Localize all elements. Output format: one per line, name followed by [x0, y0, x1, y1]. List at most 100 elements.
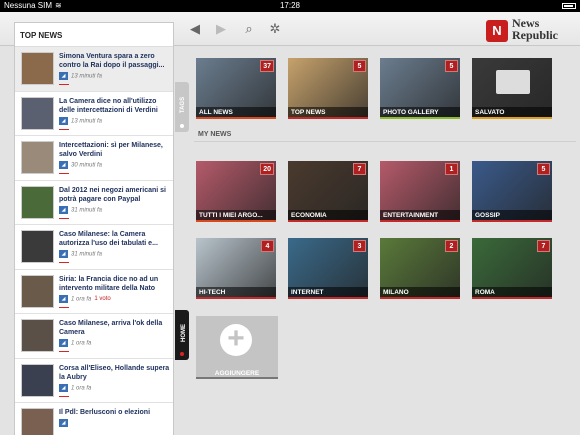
news-meta: ◢ 1 ora fa: [59, 383, 170, 393]
top-news-panel: TOP NEWS Simona Ventura spara a zero con…: [14, 22, 174, 435]
tile-label: TUTTI I MIEI ARGO...: [196, 210, 276, 222]
category-tile[interactable]: 5 PHOTO GALLERY: [380, 58, 460, 119]
tile-count-badge: 20: [260, 163, 274, 175]
tags-handle-dot: [180, 124, 184, 128]
news-list-item[interactable]: Caso Milanese, arriva l'ok della Camera ◢…: [15, 314, 173, 359]
news-time: 31 minuti fa: [71, 251, 103, 258]
tile-count-badge: 2: [445, 240, 458, 252]
news-underline: [59, 128, 69, 130]
news-title: Dal 2012 nei negozi americani si potrà p…: [59, 186, 166, 203]
folder-icon: [496, 70, 530, 94]
tile-label: ECONOMIA: [288, 210, 368, 222]
tile-label: PHOTO GALLERY: [380, 107, 460, 119]
categories-grid: 37 ALL NEWS 5 TOP NEWS 5 PHOTO GALLERY SALVATO…: [190, 46, 580, 435]
tile-count-badge: 5: [445, 60, 458, 72]
news-list-item[interactable]: Dal 2012 nei negozi americani si potrà p…: [15, 181, 173, 225]
news-thumbnail: [21, 363, 54, 397]
news-time: 13 minuti fa: [71, 118, 103, 125]
tags-handle[interactable]: TAGS: [175, 82, 189, 132]
source-icon: ◢: [59, 419, 68, 427]
tile-count-badge: 7: [537, 240, 550, 252]
my-news-label: MY NEWS: [198, 131, 232, 138]
news-underline: [59, 84, 69, 85]
news-republic-logo: N News Republic: [486, 17, 578, 45]
category-tile[interactable]: 7 ECONOMIA: [288, 161, 368, 222]
back-arrow-icon[interactable]: ◀: [186, 20, 204, 38]
news-title: La Camera dice no all'utilizzo delle int…: [59, 97, 158, 114]
tags-handle-label: TAGS: [180, 96, 187, 114]
news-thumbnail: [21, 52, 54, 85]
add-category-label: AGGIUNGERE: [214, 370, 260, 377]
plus-icon: +: [220, 324, 252, 356]
news-title: Simona Ventura spara a zero contro la Ra…: [59, 53, 165, 69]
news-title: Caso Milanese, arriva l'ok della Camera: [59, 320, 163, 336]
news-time: 1 ora fa: [71, 385, 92, 392]
news-list: Simona Ventura spara a zero contro la Ra…: [15, 47, 173, 435]
news-thumbnail: [21, 141, 54, 174]
news-votes: 1 voto: [94, 296, 111, 303]
category-tile[interactable]: 37 ALL NEWS: [196, 58, 276, 119]
clock: 17:28: [279, 1, 301, 10]
news-thumbnail: [21, 230, 54, 263]
news-underline: [59, 306, 69, 308]
tile-label: ROMA: [472, 287, 552, 299]
logo-line2: Republic: [512, 28, 559, 42]
tile-count-badge: 3: [353, 240, 366, 252]
news-underline: [59, 395, 69, 397]
news-underline: [59, 351, 69, 352]
tile-label: TOP NEWS: [288, 107, 368, 119]
news-meta: ◢ 31 minuti fa: [59, 205, 170, 215]
news-thumbnail: [21, 96, 54, 130]
news-list-item[interactable]: Il Pdl: Berlusconi o elezioni ◢: [15, 403, 173, 435]
category-tile[interactable]: 5 GOSSIP: [472, 161, 552, 222]
source-icon: ◢: [59, 161, 68, 169]
add-category-button[interactable]: + AGGIUNGERE: [196, 316, 278, 379]
news-list-item[interactable]: Simona Ventura spara a zero contro la Ra…: [15, 47, 173, 92]
news-thumbnail: [21, 185, 54, 219]
status-bar: Nessuna SIM ≋ 17:28: [0, 0, 580, 12]
news-title: Caso Milanese: la Camera autorizza l'uso…: [59, 231, 158, 247]
category-tile[interactable]: 5 TOP NEWS: [288, 58, 368, 119]
gear-icon[interactable]: ✲: [266, 20, 284, 38]
news-list-item[interactable]: Intercettazioni: sì per Milanese, salvo …: [15, 136, 173, 181]
news-time: 30 minuti fa: [71, 162, 103, 169]
news-list-item[interactable]: La Camera dice no all'utilizzo delle int…: [15, 92, 173, 136]
news-time: 1 ora fa: [71, 340, 92, 347]
news-list-item[interactable]: Caso Milanese: la Camera autorizza l'uso…: [15, 225, 173, 270]
section-divider: [194, 141, 576, 142]
category-tile[interactable]: 4 HI-TECH: [196, 238, 276, 299]
news-meta: ◢ 1 ora fa: [59, 339, 170, 348]
category-tile[interactable]: 2 MILANO: [380, 238, 460, 299]
tile-count-badge: 7: [353, 163, 366, 175]
source-icon: ◢: [59, 383, 68, 392]
news-title: Il Pdl: Berlusconi o elezioni: [59, 409, 151, 416]
tile-count-badge: 37: [260, 60, 274, 72]
source-icon: ◢: [59, 205, 68, 214]
category-tile[interactable]: SALVATO: [472, 58, 552, 119]
home-handle[interactable]: HOME: [175, 310, 189, 360]
category-tile[interactable]: 1 ENTERTAINMENT: [380, 161, 460, 222]
news-time: 1 ora fa: [71, 296, 92, 303]
category-tile[interactable]: 3 INTERNET: [288, 238, 368, 299]
news-thumbnail: [21, 408, 54, 435]
news-list-item[interactable]: Corsa all'Eliseo, Hollande supera la Aub…: [15, 359, 173, 403]
battery-icon: [562, 3, 576, 9]
category-tile[interactable]: 7 ROMA: [472, 238, 552, 299]
news-time: 31 minuti fa: [71, 207, 103, 214]
news-list-item[interactable]: Siria: la Francia dice no ad un interven…: [15, 270, 173, 314]
news-meta: ◢ 30 minuti fa: [59, 161, 170, 170]
source-icon: ◢: [59, 339, 68, 347]
logo-mark-icon: N: [486, 20, 508, 42]
news-thumbnail: [21, 274, 54, 308]
search-icon[interactable]: ⌕: [240, 20, 258, 38]
tile-count-badge: 5: [353, 60, 366, 72]
news-underline: [59, 262, 69, 263]
tile-label: INTERNET: [288, 287, 368, 299]
news-meta: ◢ 1 ora fa 1 voto: [59, 294, 170, 304]
news-meta: ◢ 13 minuti fa: [59, 116, 170, 126]
source-icon: ◢: [59, 72, 68, 80]
category-tile[interactable]: 20 TUTTI I MIEI ARGO...: [196, 161, 276, 222]
tile-label: ENTERTAINMENT: [380, 210, 460, 222]
source-icon: ◢: [59, 294, 68, 303]
forward-arrow-icon[interactable]: ▶: [212, 20, 230, 38]
